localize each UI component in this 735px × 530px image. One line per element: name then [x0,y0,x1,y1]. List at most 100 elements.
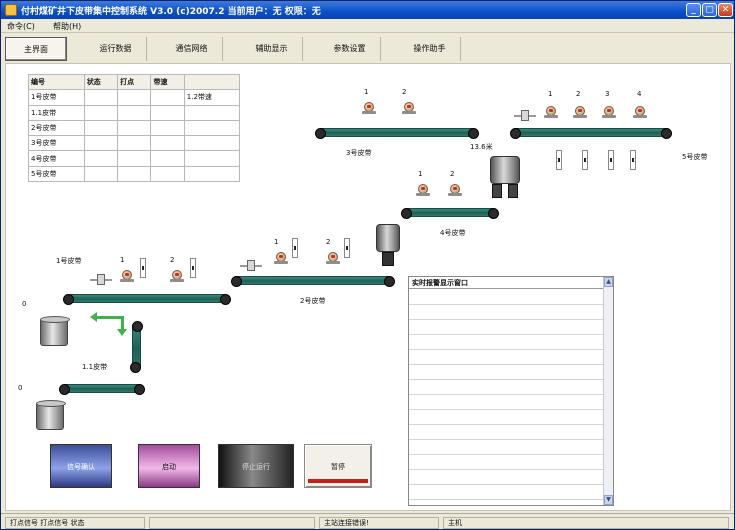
belt-1-1-label: 1.1皮带 [82,363,108,371]
signal-confirm-button[interactable]: 信号确认 [50,444,112,488]
switch-icon[interactable] [582,150,588,170]
sensor-label-1: 1 [548,90,553,98]
belt-1-1-vertical[interactable] [130,321,143,373]
sensor-icon[interactable] [633,106,647,118]
switch-icon[interactable] [556,150,562,170]
sensor-label-1: 1 [418,170,423,178]
table-header-row: 编号 状态 打点 带速 [28,73,241,91]
chute-icon[interactable] [376,224,400,268]
switch-icon[interactable] [140,258,146,278]
tab-bar: 主界面 运行数据 通信网络 辅助显示 参数设置 操作助手 [1,34,734,62]
col-state: 状态 [83,73,119,91]
table-row[interactable]: 2号皮带 [28,119,241,137]
tab-run-data[interactable]: 运行数据 [85,37,147,61]
table-row[interactable]: 4号皮带 [28,150,241,167]
sensor-icon[interactable] [120,270,134,282]
tab-params[interactable]: 参数设置 [319,37,381,61]
belt-3[interactable] [315,128,479,139]
sensor-label-2: 2 [576,90,581,98]
hopper-icon[interactable] [490,156,520,200]
cell [150,104,185,121]
minimize-button[interactable]: _ [686,3,701,17]
tab-assistant[interactable]: 操作助手 [399,37,461,61]
cell [117,119,152,137]
signal-confirm-label: 信号确认 [67,463,95,471]
switch-icon[interactable] [344,238,350,258]
sensor-icon[interactable] [326,252,340,264]
sensor-icon[interactable] [573,106,587,118]
sensor-icon[interactable] [544,106,558,118]
start-label: 启动 [162,463,176,471]
valve-icon[interactable] [514,110,536,122]
sensor-label-2: 2 [402,88,407,96]
app-window: 付村煤矿井下皮带集中控制系统 V3.0 (c)2007.2 当前用户：无 权限：… [0,0,735,530]
alarm-window[interactable]: 实时报警显示窗口 ▲ ▼ [408,276,614,506]
cell: 2号皮带 [28,119,85,137]
maximize-button[interactable]: ▢ [702,3,717,17]
pause-indicator [308,479,368,483]
belt-4[interactable] [401,208,499,219]
valve-icon[interactable] [90,274,112,286]
pause-label: 暂停 [331,463,345,471]
sensor-icon[interactable] [448,184,462,196]
close-button[interactable]: ✕ [718,3,733,17]
table-row[interactable]: 1号皮带 1.2带速 [28,89,241,106]
coal-bin-icon[interactable] [36,400,66,430]
cell [83,150,119,167]
table-row[interactable]: 5号皮带 [28,165,241,183]
sensor-icon[interactable] [170,270,184,282]
cell [117,165,152,183]
menu-bar: 命令(C) 帮助(H) [1,19,734,33]
sensor-label-4: 4 [637,90,642,98]
bin-2-level: 0 [18,384,23,392]
sensor-label-2: 2 [450,170,455,178]
sensor-icon[interactable] [274,252,288,264]
main-canvas: 编号 状态 打点 带速 1号皮带 1.2带速 1.1皮带 2号皮带 3号皮带 4号… [5,63,731,511]
table-row[interactable]: 3号皮带 [28,135,241,152]
switch-icon[interactable] [630,150,636,170]
bin-1-level: 0 [22,300,27,308]
hopper-level: 13.6米 [470,143,493,151]
sensor-label-1: 1 [120,256,125,264]
switch-icon[interactable] [608,150,614,170]
switch-icon[interactable] [292,238,298,258]
col-extra [183,73,241,91]
menu-help[interactable]: 帮助(H) [53,21,81,32]
pause-button[interactable]: 暂停 [304,444,372,488]
cell [117,89,152,106]
sensor-icon[interactable] [416,184,430,196]
alarm-list[interactable] [409,290,603,505]
scrollbar[interactable]: ▲ ▼ [603,277,613,505]
sensor-icon[interactable] [362,102,376,114]
start-button[interactable]: 启动 [138,444,200,488]
valve-icon[interactable] [240,260,262,272]
cell [83,135,119,152]
belt-1[interactable] [63,294,231,305]
sensor-icon[interactable] [402,102,416,114]
cell [183,104,241,121]
col-speed: 带速 [150,73,185,91]
tab-network[interactable]: 通信网络 [161,37,223,61]
belt-5-label: 5号皮带 [682,153,708,161]
tab-main[interactable]: 主界面 [5,37,67,61]
sensor-icon[interactable] [602,106,616,118]
belt-1-1[interactable] [59,384,145,395]
status-signal: 打点信号 打点信号 状态 [5,517,145,529]
scroll-up-icon[interactable]: ▲ [604,277,613,287]
tab-aux-display[interactable]: 辅助显示 [241,37,303,61]
sensor-label-1: 1 [364,88,369,96]
menu-command[interactable]: 命令(C) [7,21,35,32]
cell [183,135,241,152]
stop-button[interactable]: 停止运行 [218,444,294,488]
cell [117,150,152,167]
switch-icon[interactable] [190,258,196,278]
cell [150,150,185,167]
belt-5[interactable] [510,128,672,139]
scroll-down-icon[interactable]: ▼ [604,495,613,505]
status-empty [149,517,315,529]
sensor-label-3: 3 [605,90,610,98]
coal-bin-icon[interactable] [40,316,70,346]
cell [117,135,152,152]
belt-2[interactable] [231,276,395,287]
table-row[interactable]: 1.1皮带 [28,104,241,121]
